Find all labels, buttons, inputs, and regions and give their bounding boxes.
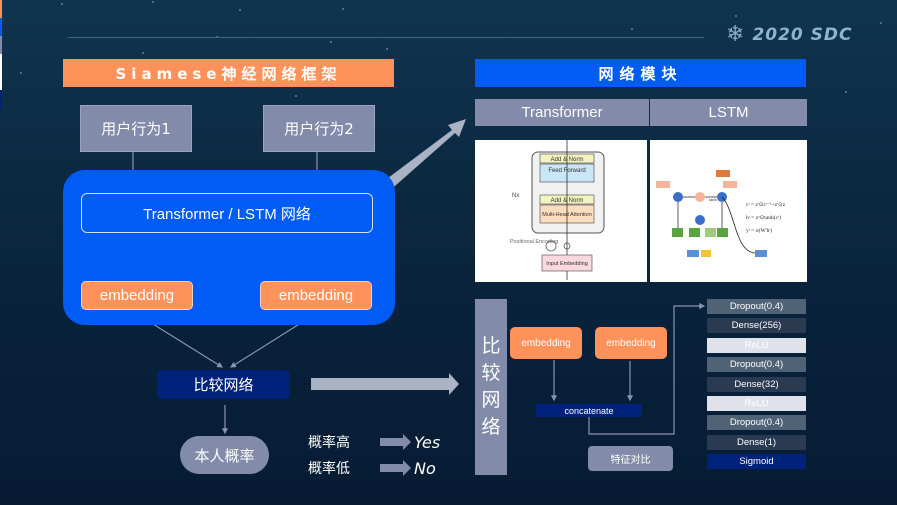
siamese-title: Siamese神经网络框架 xyxy=(63,59,394,87)
star-decoration xyxy=(386,48,388,50)
layer-sigmoid: Sigmoid xyxy=(707,454,806,470)
arrow-right-icon xyxy=(380,434,411,450)
nx-label: Nx xyxy=(512,193,519,199)
transformer-lstm-network: Transformer / LSTM 网络 xyxy=(81,193,373,233)
feature-compare-label: 特征对比 xyxy=(588,446,673,471)
star-decoration xyxy=(845,91,847,93)
network-module-title: 网络模块 xyxy=(475,59,806,87)
embedding-2: embedding xyxy=(260,281,372,310)
compare-network-vertical-label: 比 较 网 络 xyxy=(475,299,507,475)
star-decoration xyxy=(61,3,63,5)
compare-char: 较 xyxy=(481,362,501,384)
compare-char: 络 xyxy=(481,416,501,438)
embedding-small-2: embedding xyxy=(595,327,667,359)
positional-encoding-label: Positional Encoding xyxy=(510,239,558,245)
lstm-equation-3: yᵗ = σ(W'hᵗ) xyxy=(746,227,772,234)
layer-relu: ReLU xyxy=(707,337,806,353)
sdc-logo: ❄ 2020 SDC xyxy=(726,24,853,46)
layer-dense: Dense(1) xyxy=(707,434,806,450)
user-behavior-1: 用户行为1 xyxy=(80,105,192,152)
star-decoration xyxy=(330,41,332,43)
lstm-figure: tanh cᵗ = zᶠ⊙cᵗ⁻¹+zⁱ⊙z hᵗ = zᵒ⊙tanh(cᵗ) … xyxy=(650,140,807,282)
transformer-figure: Add & Norm Feed Forward Add & Norm Multi… xyxy=(475,140,647,282)
compare-network: 比较网络 xyxy=(157,370,290,399)
header-divider xyxy=(68,37,704,38)
left-edge-strip xyxy=(0,0,2,505)
user-behavior-2: 用户行为2 xyxy=(263,105,375,152)
tab-lstm: LSTM xyxy=(650,99,807,126)
embedding-1: embedding xyxy=(81,281,193,310)
arrow-right-icon xyxy=(380,460,411,476)
tanh-label: tanh xyxy=(709,197,717,202)
legend-high-prob: 概率高 Yes xyxy=(308,432,440,452)
layer-stack: Dropout(0.4) Dense(256) ReLU Dropout(0.4… xyxy=(707,299,806,474)
compare-char: 比 xyxy=(481,335,501,357)
legend-result: No xyxy=(414,458,436,478)
snowflake-icon: ❄ xyxy=(726,22,745,47)
logo-text: 2020 SDC xyxy=(752,25,853,45)
compare-char: 网 xyxy=(481,389,501,411)
layer-dropout: Dropout(0.4) xyxy=(707,357,806,373)
legend-label: 概率高 xyxy=(308,435,350,451)
layer-dropout: Dropout(0.4) xyxy=(707,415,806,431)
star-decoration xyxy=(342,8,344,10)
star-decoration xyxy=(152,1,154,3)
concatenate-block: concatenate xyxy=(536,404,642,417)
star-decoration xyxy=(631,28,633,30)
legend-low-prob: 概率低 No xyxy=(308,458,436,478)
star-decoration xyxy=(142,52,144,54)
layer-dense: Dense(256) xyxy=(707,318,806,334)
layer-dropout: Dropout(0.4) xyxy=(707,299,806,314)
star-decoration xyxy=(880,22,882,24)
lstm-equation-1: cᵗ = zᶠ⊙cᵗ⁻¹+zⁱ⊙z xyxy=(746,200,786,208)
embedding-small-1: embedding xyxy=(510,327,582,359)
tab-transformer: Transformer xyxy=(475,99,649,126)
self-probability: 本人概率 xyxy=(180,436,269,474)
lstm-equation-2: hᵗ = zᵒ⊙tanh(cᵗ) xyxy=(746,214,781,221)
star-decoration xyxy=(735,15,737,17)
layer-dense: Dense(32) xyxy=(707,376,806,392)
star-decoration xyxy=(239,9,241,11)
legend-label: 概率低 xyxy=(308,461,350,477)
layer-relu: ReLU xyxy=(707,395,806,411)
input-embedding-label: Input Embedding xyxy=(546,261,588,267)
big-arrow-to-compare-detail xyxy=(311,373,459,395)
star-decoration xyxy=(295,95,297,97)
star-decoration xyxy=(20,72,22,74)
legend-result: Yes xyxy=(414,432,441,452)
